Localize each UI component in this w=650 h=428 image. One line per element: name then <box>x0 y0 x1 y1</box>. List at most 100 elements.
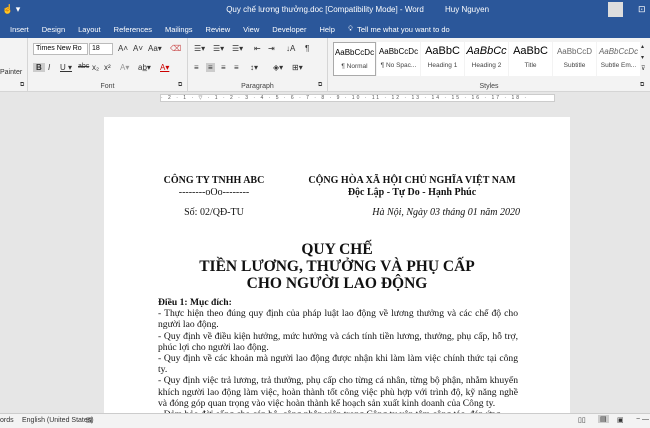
superscript-button[interactable]: x² <box>104 63 111 72</box>
lightbulb-icon: 💡︎ <box>347 24 354 33</box>
style-subtle-emphasis[interactable]: AaBbCcDc Subtle Em... <box>597 42 640 76</box>
styles-group: AaBbCcDc ¶ Normal AaBbCcDc ¶ No Spac... Aa… <box>328 38 650 92</box>
borders-icon[interactable]: ⊞▾ <box>292 63 303 72</box>
national-motto: Độc Lập - Tự Do - Hạnh Phúc <box>347 187 477 198</box>
underline-button[interactable]: U ▾ <box>60 63 72 72</box>
tab-layout[interactable]: Layout <box>78 25 101 34</box>
zoom-out-icon[interactable]: − — <box>636 416 649 423</box>
style-no-spacing[interactable]: AaBbCcDc ¶ No Spac... <box>377 42 420 76</box>
style-heading-2[interactable]: AaBbCc Heading 2 <box>465 42 508 76</box>
bullets-icon[interactable]: ☰▾ <box>194 44 205 53</box>
macro-record-icon[interactable]: ▤ <box>86 416 93 424</box>
clear-formatting-icon[interactable]: ⌫ <box>170 44 181 53</box>
paragraph-dialog-launcher-icon[interactable]: ⧉ <box>318 82 322 89</box>
decrease-indent-icon[interactable]: ⇤ <box>254 44 261 53</box>
tab-references[interactable]: References <box>114 25 152 34</box>
style-preview: AaBbCcDc <box>334 48 375 57</box>
style-preview: AaBbCcD <box>556 47 593 56</box>
print-layout-icon[interactable]: ▤ <box>598 415 609 423</box>
text-effects-icon[interactable]: A▾ <box>120 63 129 72</box>
dialog-launcher-icon[interactable]: ⧉ <box>20 82 24 89</box>
document-number: Số: 02/QĐ-TU <box>184 207 244 218</box>
style-preview: AaBbCc <box>466 45 507 57</box>
style-name: Title <box>524 62 537 69</box>
title-line: QUY CHẾ <box>301 241 373 258</box>
window-title: Quy chế lương thưởng.doc [Compatibility … <box>226 5 424 14</box>
document-date: Hà Nội, Ngày 03 tháng 01 năm 2020 <box>372 207 520 218</box>
style-name: ¶ No Spac... <box>380 62 417 69</box>
language-status[interactable]: English (United States) <box>22 417 94 424</box>
article-heading: Điều 1: Mục đích: <box>158 297 232 308</box>
numbering-icon[interactable]: ☰▾ <box>213 44 224 53</box>
bold-button[interactable]: B <box>33 63 45 72</box>
tab-mailings[interactable]: Mailings <box>165 25 193 34</box>
document-page[interactable]: CÔNG TY TNHH ABC --------oOo-------- CỘN… <box>104 117 570 420</box>
style-preview: AaBbC <box>425 45 460 57</box>
style-name: Heading 1 <box>427 62 458 69</box>
ribbon-display-options-icon[interactable]: ⊡ <box>638 4 646 15</box>
title-line: TIỀN LƯƠNG, THƯỞNG VÀ PHỤ CẤP <box>199 258 475 275</box>
style-name: Subtitle <box>563 62 586 69</box>
increase-indent-icon[interactable]: ⇥ <box>268 44 275 53</box>
justify-icon[interactable]: ≡ <box>234 63 239 72</box>
style-title[interactable]: AaBbC Title <box>509 42 552 76</box>
user-name[interactable]: Huy Nguyen <box>445 5 489 14</box>
align-right-icon[interactable]: ≡ <box>221 63 226 72</box>
national-title: CỘNG HÒA XÃ HỘI CHỦ NGHĨA VIỆT NAM <box>308 175 516 186</box>
tell-me-search[interactable]: Tell me what you want to do <box>357 25 450 34</box>
company-separator: --------oOo-------- <box>178 187 250 198</box>
styles-scroll-icon[interactable]: ▴ ▾ ⊽ <box>641 42 645 75</box>
style-name: Heading 2 <box>471 62 502 69</box>
change-case-icon[interactable]: Aa▾ <box>148 44 162 53</box>
tab-help[interactable]: Help <box>319 25 334 34</box>
italic-button[interactable]: I <box>48 63 50 72</box>
avatar[interactable] <box>608 2 623 17</box>
document-title: QUY CHẾ TIỀN LƯƠNG, THƯỞNG VÀ PHỤ CẤP CH… <box>104 241 570 292</box>
style-subtitle[interactable]: AaBbCcD Subtitle <box>553 42 596 76</box>
document-body: Điều 1: Mục đích: - Thực hiện theo đúng … <box>158 297 518 420</box>
clipboard-group: Painter ⧉ <box>0 38 28 92</box>
align-left-icon[interactable]: ≡ <box>194 63 199 72</box>
font-dialog-launcher-icon[interactable]: ⧉ <box>178 82 182 89</box>
tab-developer[interactable]: Developer <box>272 25 306 34</box>
tab-review[interactable]: Review <box>206 25 231 34</box>
title-line: CHO NGƯỜI LAO ĐỘNG <box>246 275 428 292</box>
font-group-label: Font <box>100 83 115 90</box>
shading-icon[interactable]: ◈▾ <box>273 63 283 72</box>
strikethrough-button[interactable]: abc <box>78 63 89 70</box>
paragraph-group: ☰▾ ☰▾ ☰▾ ⇤ ⇥ ↓A ¶ ≡ ≡ ≡ ≡ ↕▾ ◈▾ ⊞▾ Parag… <box>188 38 328 92</box>
horizontal-ruler[interactable]: · 2 · 1 · ▽ · 1 · 2 · 3 · 4 · 5 · 6 · 7 … <box>160 94 555 102</box>
subscript-button[interactable]: x₂ <box>92 63 99 72</box>
title-bar: ☝ ▾ Quy chế lương thưởng.doc [Compatibil… <box>0 0 650 20</box>
shrink-font-icon[interactable]: A˅ <box>133 44 143 53</box>
ribbon-tabs: Insert Design Layout References Mailings… <box>0 20 650 38</box>
paragraph: - Quy định việc trả lương, trả thưởng, p… <box>158 375 518 409</box>
style-preview: AaBbCcDc <box>598 47 639 56</box>
styles-dialog-launcher-icon[interactable]: ⧉ <box>640 82 644 89</box>
tab-insert[interactable]: Insert <box>10 25 29 34</box>
font-group: Times New Ro 18 A˄ A˅ Aa▾ ⌫ B I U ▾ abc … <box>28 38 188 92</box>
tab-view[interactable]: View <box>243 25 259 34</box>
font-size-select[interactable]: 18 <box>89 43 113 55</box>
read-mode-icon[interactable]: ▯▯ <box>578 416 586 424</box>
grow-font-icon[interactable]: A˄ <box>118 44 128 53</box>
style-normal[interactable]: AaBbCcDc ¶ Normal <box>333 42 376 76</box>
paragraph: - Quy định về các khoản mà người lao độn… <box>158 353 518 376</box>
tab-design[interactable]: Design <box>42 25 65 34</box>
web-layout-icon[interactable]: ▣ <box>617 416 624 424</box>
line-spacing-icon[interactable]: ↕▾ <box>250 63 258 72</box>
font-color-icon[interactable]: A▾ <box>160 63 169 72</box>
style-heading-1[interactable]: AaBbC Heading 1 <box>421 42 464 76</box>
word-count[interactable]: ords <box>0 417 14 424</box>
show-formatting-icon[interactable]: ¶ <box>305 44 309 53</box>
company-name: CÔNG TY TNHH ABC <box>163 175 265 186</box>
format-painter-button[interactable]: Painter <box>0 69 22 76</box>
font-name-select[interactable]: Times New Ro <box>33 43 88 55</box>
styles-group-label: Styles <box>479 83 499 90</box>
status-bar: ords English (United States) ▤ ▯▯ ▤ ▣ − … <box>0 413 650 428</box>
sort-icon[interactable]: ↓A <box>286 44 295 53</box>
multilevel-list-icon[interactable]: ☰▾ <box>232 44 243 53</box>
highlight-color-icon[interactable]: ab̲▾ <box>138 63 151 72</box>
align-center-icon[interactable]: ≡ <box>206 63 215 72</box>
style-preview: AaBbC <box>513 45 548 57</box>
